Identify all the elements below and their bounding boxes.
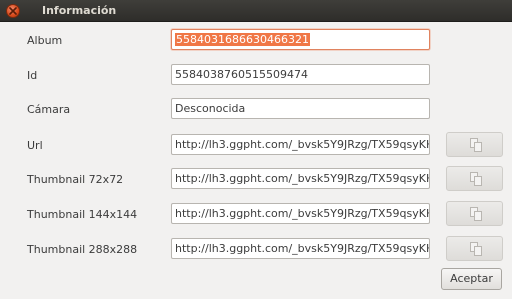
- thumbnail-144-field[interactable]: http://lh3.ggpht.com/_bvsk5Y9JRzg/TX59qs…: [171, 203, 430, 224]
- album-label: Album: [27, 34, 63, 47]
- copy-icon: [470, 207, 482, 221]
- album-selected-text: 5584031686630466321: [175, 33, 310, 46]
- thumbnail-288-field[interactable]: http://lh3.ggpht.com/_bvsk5Y9JRzg/TX59qs…: [171, 238, 430, 259]
- copy-icon: [470, 172, 482, 186]
- thumbnail-144-label: Thumbnail 144x144: [27, 208, 138, 221]
- camera-field[interactable]: Desconocida: [171, 98, 430, 119]
- accept-button[interactable]: Aceptar: [441, 268, 502, 290]
- thumbnail-288-label: Thumbnail 288x288: [27, 243, 138, 256]
- title-bar: Información: [0, 0, 512, 22]
- album-field[interactable]: 5584031686630466321: [171, 29, 430, 50]
- copy-thumbnail-288-button[interactable]: [446, 236, 503, 261]
- close-button[interactable]: [6, 4, 20, 18]
- id-label: Id: [27, 69, 38, 82]
- url-field[interactable]: http://lh3.ggpht.com/_bvsk5Y9JRzg/TX59qs…: [171, 134, 430, 155]
- url-label: Url: [27, 139, 43, 152]
- id-field[interactable]: 5584038760515509474: [171, 64, 430, 85]
- thumbnail-72-field[interactable]: http://lh3.ggpht.com/_bvsk5Y9JRzg/TX59qs…: [171, 168, 430, 189]
- copy-icon: [470, 242, 482, 256]
- copy-thumbnail-72-button[interactable]: [446, 166, 503, 191]
- copy-icon: [470, 138, 482, 152]
- window-title: Información: [42, 4, 117, 17]
- close-icon: [9, 7, 17, 15]
- copy-url-button[interactable]: [446, 132, 503, 157]
- copy-thumbnail-144-button[interactable]: [446, 201, 503, 226]
- camera-label: Cámara: [27, 103, 71, 116]
- thumbnail-72-label: Thumbnail 72x72: [27, 173, 124, 186]
